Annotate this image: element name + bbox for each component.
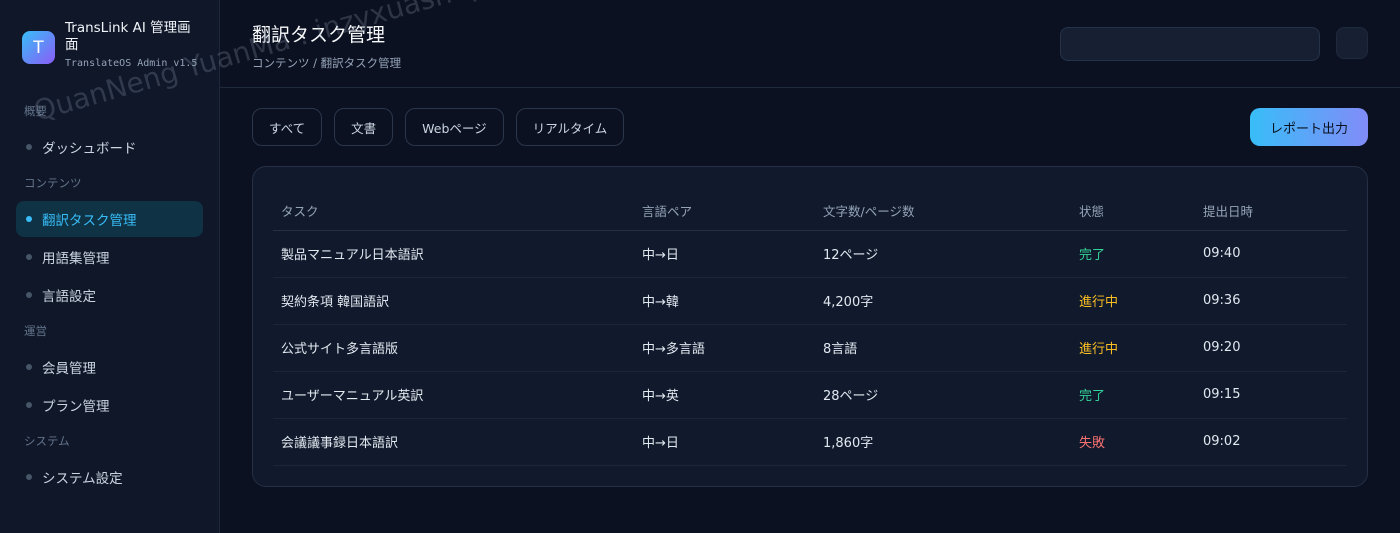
table-row[interactable]: 会議議事録日本語訳 中→日 1,860字 失敗 09:02: [273, 418, 1347, 466]
filter-realtime-button[interactable]: リアルタイム: [515, 108, 625, 146]
cell-language-pair: 中→韓: [634, 277, 815, 325]
nav-group-label: 運営: [24, 324, 47, 338]
sidebar-item-plans[interactable]: プラン管理: [16, 387, 203, 423]
cell-count: 1,860字: [815, 418, 1071, 466]
search-input[interactable]: [1060, 27, 1320, 61]
bullet-icon: [26, 144, 32, 150]
brand: T TransLink AI 管理画面 TranslateOS Admin v1…: [16, 20, 203, 69]
column-header-status[interactable]: 状態: [1071, 191, 1195, 231]
cell-task: 公式サイト多言語版: [273, 324, 634, 372]
cell-task: 会議議事録日本語訳: [273, 418, 634, 466]
brand-title: TransLink AI 管理画面: [65, 20, 191, 53]
brand-logo: T: [22, 31, 55, 64]
filter-webpage-button[interactable]: Webページ: [405, 108, 504, 146]
cell-submitted-at: 09:20: [1195, 324, 1347, 372]
column-header-submitted-at[interactable]: 提出日時: [1195, 191, 1347, 231]
page-title: 翻訳タスク管理: [252, 24, 386, 46]
column-header-count[interactable]: 文字数/ページ数: [815, 191, 1071, 231]
bullet-icon: [26, 254, 32, 260]
nav-group-label: 概要: [24, 104, 47, 118]
cell-count: 12ページ: [815, 230, 1071, 278]
cell-count: 8言語: [815, 324, 1071, 372]
table-header-row: タスク 言語ペア 文字数/ページ数 状態 提出日時: [273, 191, 1347, 231]
status-badge: 完了: [1071, 230, 1195, 278]
user-menu-button[interactable]: [1336, 27, 1368, 59]
sidebar-item-label: 用語集管理: [42, 251, 110, 267]
nav-group-system: システム システム設定: [16, 433, 203, 495]
sidebar-item-label: システム設定: [42, 471, 123, 487]
toolbar: すべて 文書 Webページ リアルタイム レポート出力: [220, 88, 1400, 146]
table-row[interactable]: 公式サイト多言語版 中→多言語 8言語 進行中 09:20: [273, 324, 1347, 372]
cell-language-pair: 中→日: [634, 230, 815, 278]
sidebar-item-label: 言語設定: [42, 289, 96, 305]
export-report-button[interactable]: レポート出力: [1249, 108, 1368, 146]
cell-submitted-at: 09:36: [1195, 277, 1347, 325]
sidebar-item-translation-tasks[interactable]: 翻訳タスク管理: [16, 201, 203, 237]
status-badge: 完了: [1071, 371, 1195, 419]
sidebar-item-label: 会員管理: [42, 361, 96, 377]
cell-count: 4,200字: [815, 277, 1071, 325]
sidebar-item-label: プラン管理: [42, 399, 110, 415]
column-header-task[interactable]: タスク: [273, 191, 634, 231]
sidebar-item-glossary[interactable]: 用語集管理: [16, 239, 203, 275]
filter-document-button[interactable]: 文書: [334, 108, 394, 146]
bullet-icon: [26, 474, 32, 480]
header-actions: [1060, 27, 1368, 61]
sidebar-item-label: ダッシュボード: [42, 141, 137, 157]
cell-count: 28ページ: [815, 371, 1071, 419]
sidebar-item-language-settings[interactable]: 言語設定: [16, 277, 203, 313]
filter-group: すべて 文書 Webページ リアルタイム: [252, 108, 625, 146]
sidebar-item-label: 翻訳タスク管理: [42, 213, 137, 229]
brand-subtitle: TranslateOS Admin v1.5: [65, 58, 198, 69]
cell-task: ユーザーマニュアル英訳: [273, 371, 634, 419]
sidebar: T TransLink AI 管理画面 TranslateOS Admin v1…: [0, 0, 220, 533]
cell-submitted-at: 09:40: [1195, 230, 1347, 278]
cell-language-pair: 中→英: [634, 371, 815, 419]
cell-task: 契約条項 韓国語訳: [273, 277, 634, 325]
cell-language-pair: 中→多言語: [634, 324, 815, 372]
cell-task: 製品マニュアル日本語訳: [273, 230, 634, 278]
nav-group-label: システム: [24, 434, 70, 448]
column-header-language-pair[interactable]: 言語ペア: [634, 191, 815, 231]
table-row[interactable]: ユーザーマニュアル英訳 中→英 28ページ 完了 09:15: [273, 371, 1347, 419]
bullet-icon: [26, 216, 32, 222]
nav-group-overview: 概要 ダッシュボード: [16, 103, 203, 165]
task-table-card: タスク 言語ペア 文字数/ページ数 状態 提出日時 製品マニュアル日本語訳 中→…: [252, 166, 1368, 487]
cell-submitted-at: 09:15: [1195, 371, 1347, 419]
table-row[interactable]: 契約条項 韓国語訳 中→韓 4,200字 進行中 09:36: [273, 277, 1347, 325]
main-content: 翻訳タスク管理 コンテンツ / 翻訳タスク管理 すべて 文書 Webページ リア…: [220, 0, 1400, 533]
status-badge: 進行中: [1071, 277, 1195, 325]
sidebar-item-system-settings[interactable]: システム設定: [16, 459, 203, 495]
nav-group-label: コンテンツ: [24, 176, 82, 190]
bullet-icon: [26, 364, 32, 370]
filter-all-button[interactable]: すべて: [252, 108, 323, 146]
status-badge: 失敗: [1071, 418, 1195, 466]
cell-submitted-at: 09:02: [1195, 418, 1347, 466]
app-root: T TransLink AI 管理画面 TranslateOS Admin v1…: [0, 0, 1400, 533]
nav-group-operations: 運営 会員管理 プラン管理: [16, 323, 203, 423]
breadcrumb: コンテンツ / 翻訳タスク管理: [252, 56, 402, 70]
bullet-icon: [26, 292, 32, 298]
status-badge: 進行中: [1071, 324, 1195, 372]
bullet-icon: [26, 402, 32, 408]
table-row[interactable]: 製品マニュアル日本語訳 中→日 12ページ 完了 09:40: [273, 230, 1347, 278]
sidebar-item-members[interactable]: 会員管理: [16, 349, 203, 385]
nav-group-content: コンテンツ 翻訳タスク管理 用語集管理 言語設定: [16, 175, 203, 313]
sidebar-item-dashboard[interactable]: ダッシュボード: [16, 129, 203, 165]
cell-language-pair: 中→日: [634, 418, 815, 466]
task-table: タスク 言語ペア 文字数/ページ数 状態 提出日時 製品マニュアル日本語訳 中→…: [273, 191, 1347, 466]
page-header: 翻訳タスク管理 コンテンツ / 翻訳タスク管理: [220, 0, 1400, 88]
